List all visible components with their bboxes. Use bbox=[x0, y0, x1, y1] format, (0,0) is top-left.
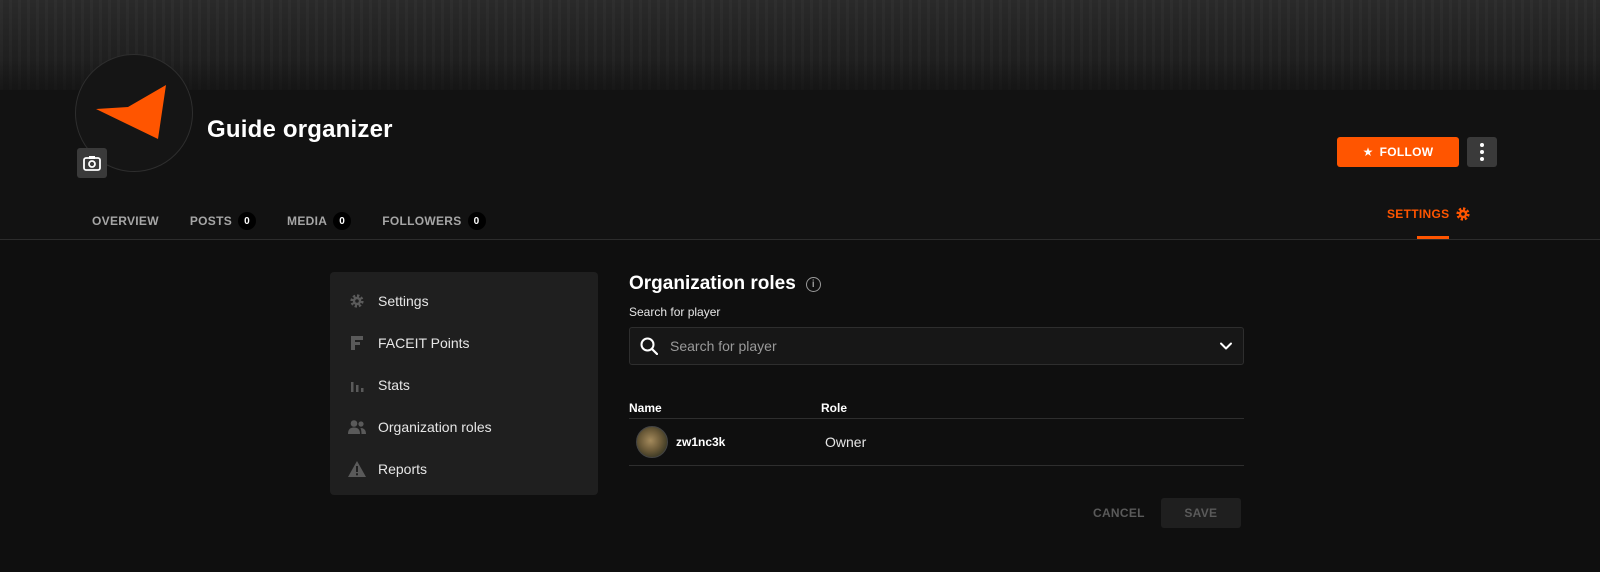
player-role: Owner bbox=[825, 434, 867, 450]
warning-icon bbox=[348, 460, 366, 478]
gear-icon bbox=[348, 292, 366, 310]
faceit-f-icon bbox=[348, 334, 366, 352]
roles-table: Name Role zw1nc3k Owner bbox=[629, 397, 1244, 466]
bar-chart-icon bbox=[348, 376, 366, 394]
chevron-down-icon[interactable] bbox=[1219, 339, 1233, 353]
sidebar-item-faceit-points[interactable]: FACEIT Points bbox=[330, 322, 598, 364]
avatar bbox=[636, 426, 668, 458]
more-dot bbox=[1480, 150, 1484, 154]
tab-label: FOLLOWERS bbox=[382, 214, 462, 228]
cover-banner bbox=[0, 0, 1600, 90]
form-actions: CANCEL SAVE bbox=[1093, 498, 1241, 528]
search-label: Search for player bbox=[629, 305, 721, 319]
more-options-button[interactable] bbox=[1467, 137, 1497, 167]
users-icon bbox=[348, 418, 366, 436]
profile-tabs: OVERVIEW POSTS 0 MEDIA 0 FOLLOWERS 0 bbox=[92, 207, 517, 235]
tab-posts[interactable]: POSTS 0 bbox=[189, 212, 257, 230]
sidebar-item-settings[interactable]: Settings bbox=[330, 280, 598, 322]
sidebar-item-organization-roles[interactable]: Organization roles bbox=[330, 406, 598, 448]
player-cell: zw1nc3k bbox=[629, 426, 825, 458]
posts-count-badge: 0 bbox=[238, 212, 257, 230]
more-dot bbox=[1480, 143, 1484, 147]
tab-label: POSTS bbox=[189, 214, 233, 228]
follow-button[interactable]: ★ FOLLOW bbox=[1337, 137, 1459, 167]
player-search-field[interactable] bbox=[629, 327, 1244, 365]
title-row: Organization roles i bbox=[629, 272, 1244, 296]
page: Guide organizer ★ FOLLOW OVERVIEW POSTS … bbox=[0, 0, 1600, 572]
gear-icon bbox=[1456, 207, 1471, 221]
change-avatar-button[interactable] bbox=[77, 148, 107, 178]
organizer-name: Guide organizer bbox=[207, 116, 393, 143]
camera-icon bbox=[83, 156, 101, 171]
tab-media[interactable]: MEDIA 0 bbox=[287, 212, 352, 230]
table-header: Name Role bbox=[629, 397, 1244, 419]
player-search-input[interactable] bbox=[670, 338, 1207, 354]
search-icon bbox=[640, 337, 658, 355]
sidebar-item-reports[interactable]: Reports bbox=[330, 448, 598, 490]
sidebar-item-label: Reports bbox=[378, 461, 428, 477]
player-name[interactable]: zw1nc3k bbox=[676, 435, 725, 449]
tab-label: MEDIA bbox=[287, 214, 328, 228]
table-row[interactable]: zw1nc3k Owner bbox=[629, 419, 1244, 466]
column-header-name: Name bbox=[629, 400, 662, 415]
save-button[interactable]: SAVE bbox=[1160, 498, 1241, 528]
more-dot bbox=[1480, 157, 1484, 161]
organization-roles-panel: Organization roles i Search for player N… bbox=[629, 272, 1244, 466]
followers-count-badge: 0 bbox=[467, 212, 486, 230]
star-icon: ★ bbox=[1362, 145, 1374, 159]
column-header-role: Role bbox=[821, 400, 848, 415]
tab-followers[interactable]: FOLLOWERS 0 bbox=[382, 212, 486, 230]
tab-settings[interactable]: SETTINGS bbox=[1387, 206, 1471, 222]
sidebar-item-label: Settings bbox=[378, 293, 429, 309]
sidebar-item-label: Organization roles bbox=[378, 419, 492, 435]
settings-tab-label: SETTINGS bbox=[1387, 207, 1450, 221]
info-icon[interactable]: i bbox=[805, 276, 821, 292]
media-count-badge: 0 bbox=[333, 212, 352, 230]
tab-overview[interactable]: OVERVIEW bbox=[92, 214, 159, 228]
sidebar-item-label: Stats bbox=[378, 377, 410, 393]
sidebar-item-stats[interactable]: Stats bbox=[330, 364, 598, 406]
faceit-logo-icon bbox=[96, 85, 166, 139]
active-tab-indicator bbox=[1417, 236, 1449, 239]
cancel-button[interactable]: CANCEL bbox=[1093, 506, 1145, 520]
tab-label: OVERVIEW bbox=[92, 214, 159, 228]
follow-label: FOLLOW bbox=[1379, 145, 1434, 159]
settings-side-menu: Settings FACEIT Points Stats Organizatio… bbox=[330, 272, 598, 495]
sidebar-item-label: FACEIT Points bbox=[378, 335, 470, 351]
page-title: Organization roles bbox=[629, 273, 796, 294]
